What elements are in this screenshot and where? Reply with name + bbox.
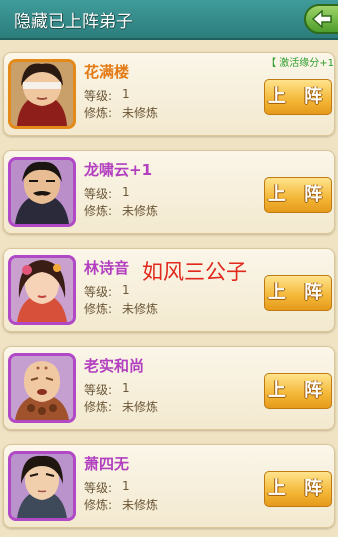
cultivation-label: 修炼: (84, 302, 113, 316)
level-row: 等级: 1 (84, 381, 130, 398)
cultivation-row: 修炼: 未修炼 (84, 202, 158, 219)
level-label: 等级: (84, 285, 113, 299)
back-button[interactable] (304, 4, 338, 34)
cultivation-value: 未修炼 (122, 302, 159, 316)
disciple-name: 花满楼 (84, 63, 130, 81)
deploy-button[interactable]: 上 阵 (264, 275, 332, 311)
arrow-left-icon (311, 10, 332, 28)
deploy-button[interactable]: 上 阵 (264, 79, 332, 115)
cultivation-row: 修炼: 未修炼 (84, 104, 158, 121)
cultivation-row: 修炼: 未修炼 (84, 300, 158, 317)
cultivation-label: 修炼: (84, 498, 113, 512)
cultivation-value: 未修炼 (122, 106, 159, 120)
disciple-name: 萧四无 (84, 455, 130, 473)
cultivation-label: 修炼: (84, 204, 113, 218)
level-value: 1 (122, 479, 130, 493)
level-value: 1 (122, 87, 130, 101)
disciple-name: 林诗音 (84, 259, 130, 277)
disciple-name: 龙啸云+1 (84, 161, 153, 179)
disciple-portrait (8, 157, 76, 227)
level-value: 1 (122, 381, 130, 395)
cultivation-value: 未修炼 (122, 204, 159, 218)
deploy-button[interactable]: 上 阵 (264, 177, 332, 213)
disciple-portrait (8, 353, 76, 423)
disciple-portrait (8, 255, 76, 325)
disciple-card: 萧四无 等级: 1 修炼: 未修炼 上 阵 (3, 444, 335, 528)
cultivation-label: 修炼: (84, 106, 113, 120)
level-value: 1 (122, 185, 130, 199)
bonus-text: 【 激活缘分+1 (266, 58, 334, 69)
disciple-card: 花满楼 等级: 1 修炼: 未修炼 【 激活缘分+1 上 阵 (3, 52, 335, 136)
overlay-annotation: 如风三公子 (142, 260, 247, 284)
header-bar: 隐藏已上阵弟子 (0, 0, 338, 40)
level-label: 等级: (84, 481, 113, 495)
level-value: 1 (122, 283, 130, 297)
level-label: 等级: (84, 89, 113, 103)
deploy-button[interactable]: 上 阵 (264, 471, 332, 507)
disciple-portrait (8, 59, 76, 129)
cultivation-value: 未修炼 (122, 400, 159, 414)
disciple-card: 龙啸云+1 等级: 1 修炼: 未修炼 上 阵 (3, 150, 335, 234)
page-title: 隐藏已上阵弟子 (14, 12, 133, 32)
cultivation-value: 未修炼 (122, 498, 159, 512)
level-row: 等级: 1 (84, 479, 130, 496)
level-row: 等级: 1 (84, 283, 130, 300)
disciple-card: 老实和尚 等级: 1 修炼: 未修炼 上 阵 (3, 346, 335, 430)
deploy-button[interactable]: 上 阵 (264, 373, 332, 409)
level-row: 等级: 1 (84, 185, 130, 202)
level-row: 等级: 1 (84, 87, 130, 104)
cultivation-row: 修炼: 未修炼 (84, 496, 158, 513)
level-label: 等级: (84, 187, 113, 201)
cultivation-label: 修炼: (84, 400, 113, 414)
level-label: 等级: (84, 383, 113, 397)
disciple-name: 老实和尚 (84, 357, 145, 375)
cultivation-row: 修炼: 未修炼 (84, 398, 158, 415)
disciple-portrait (8, 451, 76, 521)
